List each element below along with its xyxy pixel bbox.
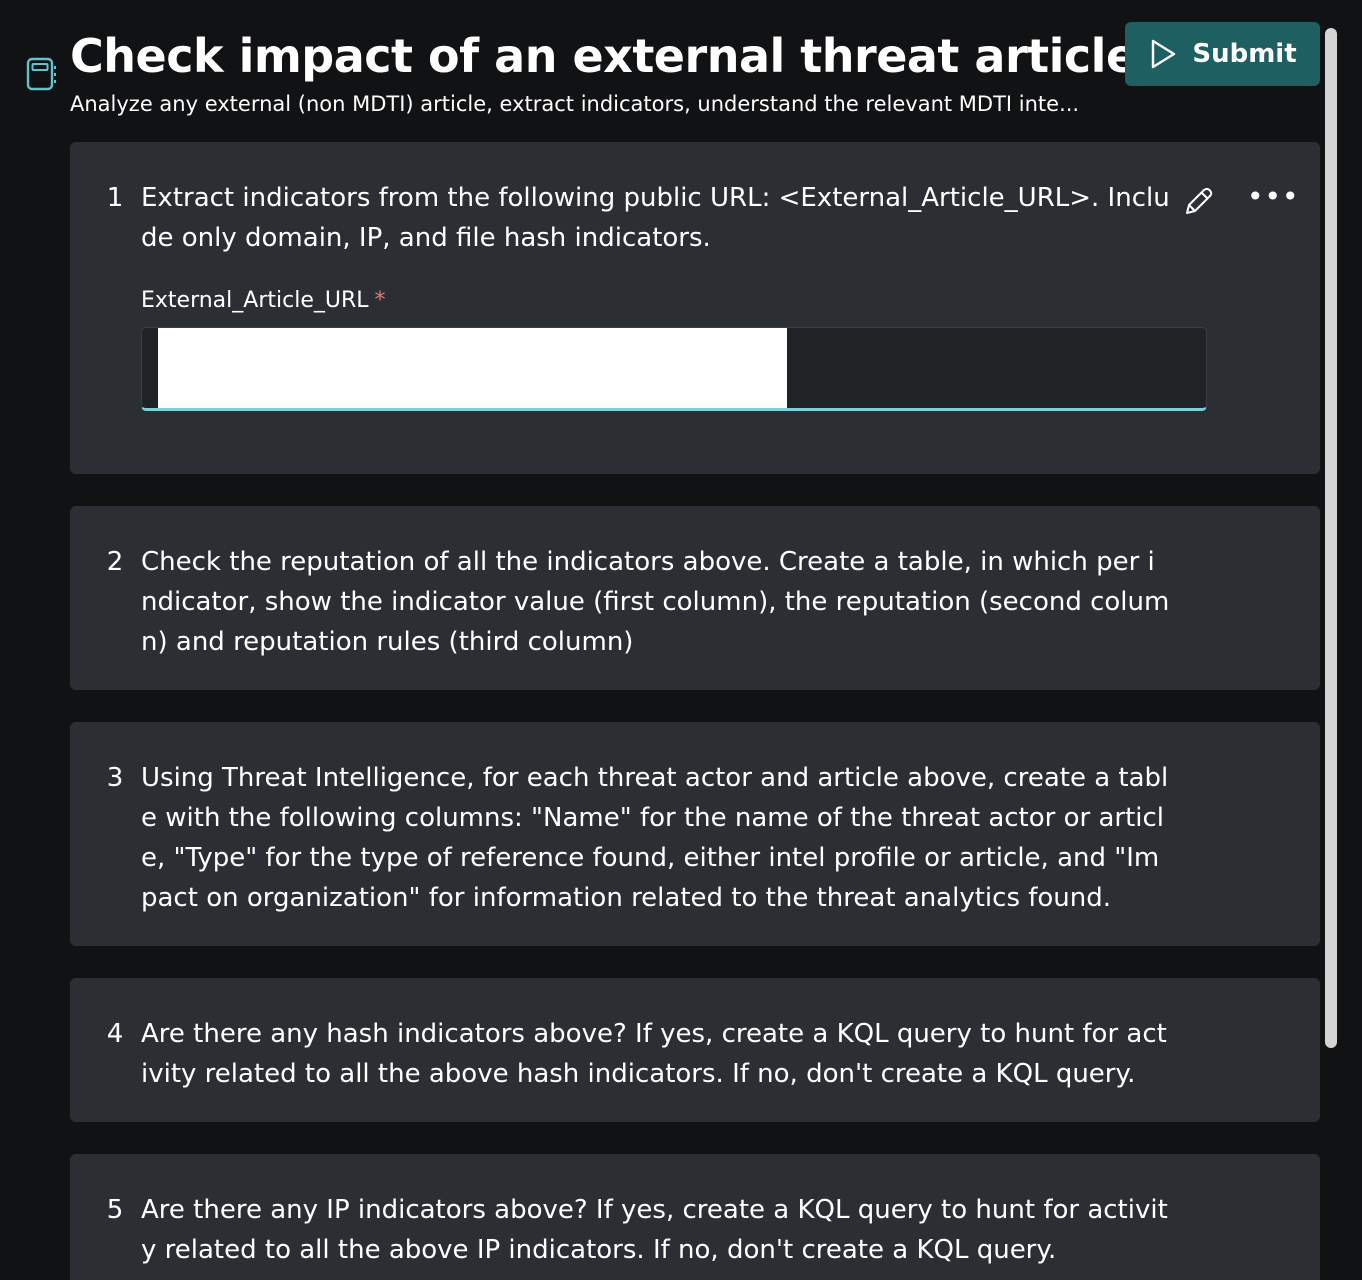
external-article-url-input[interactable]	[141, 327, 1207, 411]
prompt-text: Are there any hash indicators above? If …	[141, 1019, 1167, 1089]
submit-label: Submit	[1192, 39, 1297, 69]
field-label: External_Article_URL *	[141, 288, 386, 313]
step-number: 2	[106, 547, 124, 577]
prompt-text: Are there any IP indicators above? If ye…	[141, 1195, 1168, 1265]
book-icon	[26, 57, 56, 91]
pencil-icon[interactable]	[1181, 185, 1215, 219]
submit-button[interactable]: Submit	[1125, 22, 1320, 86]
step-number: 4	[106, 1019, 124, 1049]
more-icon[interactable]: •••	[1247, 183, 1299, 214]
step-number: 1	[106, 183, 124, 213]
prompt-text: Extract indicators from the following pu…	[141, 183, 1170, 253]
page-subtitle: Analyze any external (non MDTI) article,…	[70, 92, 1080, 116]
step-number: 3	[106, 763, 124, 793]
required-mark: *	[374, 288, 386, 313]
step-number: 5	[106, 1195, 124, 1225]
prompt-card-3[interactable]: 3 Using Threat Intelligence, for each th…	[70, 722, 1320, 946]
prompt-card-5[interactable]: 5 Are there any IP indicators above? If …	[70, 1154, 1320, 1280]
play-icon	[1152, 39, 1176, 69]
prompt-card-2[interactable]: 2 Check the reputation of all the indica…	[70, 506, 1320, 690]
prompt-text: Using Threat Intelligence, for each thre…	[141, 763, 1169, 913]
redacted-value	[158, 328, 787, 408]
prompt-card-1[interactable]: 1 Extract indicators from the following …	[70, 142, 1320, 474]
page-title: Check impact of an external threat artic…	[70, 29, 1137, 83]
promptbook-page: Check impact of an external threat artic…	[0, 0, 1362, 1280]
prompt-text: Check the reputation of all the indicato…	[141, 547, 1170, 657]
prompt-card-4[interactable]: 4 Are there any hash indicators above? I…	[70, 978, 1320, 1122]
scrollbar[interactable]	[1325, 28, 1337, 1048]
